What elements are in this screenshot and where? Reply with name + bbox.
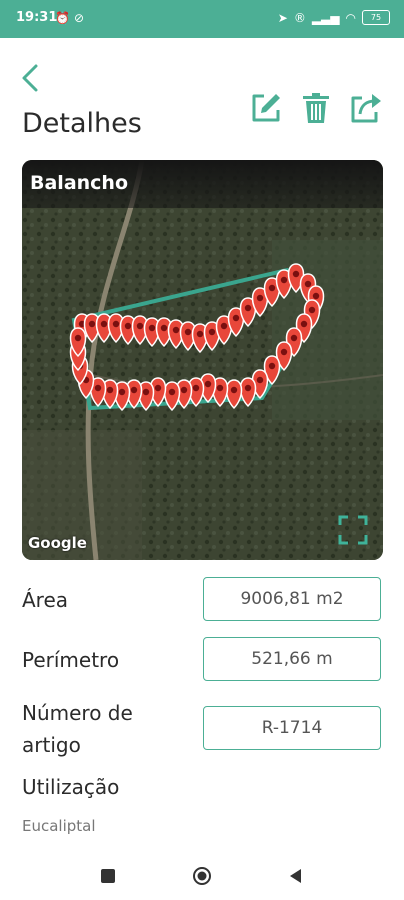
system-nav-bar <box>0 850 404 900</box>
do-not-disturb-icon: ⊘ <box>73 11 89 25</box>
map-label: Balancho <box>30 172 129 194</box>
area-label: Área <box>22 588 69 612</box>
battery-icon: 75 <box>362 10 390 25</box>
area-value: 9006,81 m2 <box>203 577 381 621</box>
header-actions <box>248 90 384 126</box>
map-view[interactable]: Balancho Google <box>22 160 383 560</box>
status-bar: 19:31 ⏰⊘ ➤ ® ▂▃▅ ◠ 75 <box>0 0 404 38</box>
location-icon: ➤ <box>277 10 288 25</box>
recents-square-icon <box>101 869 115 883</box>
delete-button[interactable] <box>298 90 334 126</box>
status-time: 19:31 <box>16 10 58 25</box>
back-button[interactable] <box>14 60 50 96</box>
recents-button[interactable] <box>98 866 118 886</box>
signal-icon: ▂▃▅ <box>311 10 340 25</box>
chevron-left-icon <box>22 64 38 92</box>
back-triangle-icon <box>290 869 301 883</box>
perimeter-value: 521,66 m <box>203 637 381 681</box>
google-logo: Google <box>28 534 87 552</box>
satellite-map <box>22 160 383 560</box>
fullscreen-button[interactable] <box>337 514 369 546</box>
map-label-bar: Balancho <box>22 160 383 208</box>
registered-icon: ® <box>293 10 306 25</box>
back-nav-button[interactable] <box>286 866 306 886</box>
fullscreen-icon <box>338 515 368 545</box>
edit-icon <box>252 94 280 122</box>
usage-label: Utilização <box>22 775 120 799</box>
status-right-icons: ➤ ® ▂▃▅ ◠ 75 <box>278 10 390 25</box>
edit-button[interactable] <box>248 90 284 126</box>
share-button[interactable] <box>348 90 384 126</box>
article-label-line1: Número de <box>22 701 133 725</box>
article-label-line2: artigo <box>22 733 81 757</box>
article-value: R-1714 <box>203 706 381 750</box>
home-button[interactable] <box>192 866 212 886</box>
home-circle-icon <box>193 867 211 885</box>
share-icon <box>351 94 381 123</box>
wifi-icon: ◠ <box>345 10 356 25</box>
status-left-icons: ⏰⊘ <box>55 11 88 25</box>
trash-icon <box>303 93 329 123</box>
alarm-icon: ⏰ <box>55 11 74 25</box>
perimeter-label: Perímetro <box>22 648 120 672</box>
usage-value: Eucaliptal <box>22 817 96 835</box>
page-title: Detalhes <box>22 108 142 139</box>
